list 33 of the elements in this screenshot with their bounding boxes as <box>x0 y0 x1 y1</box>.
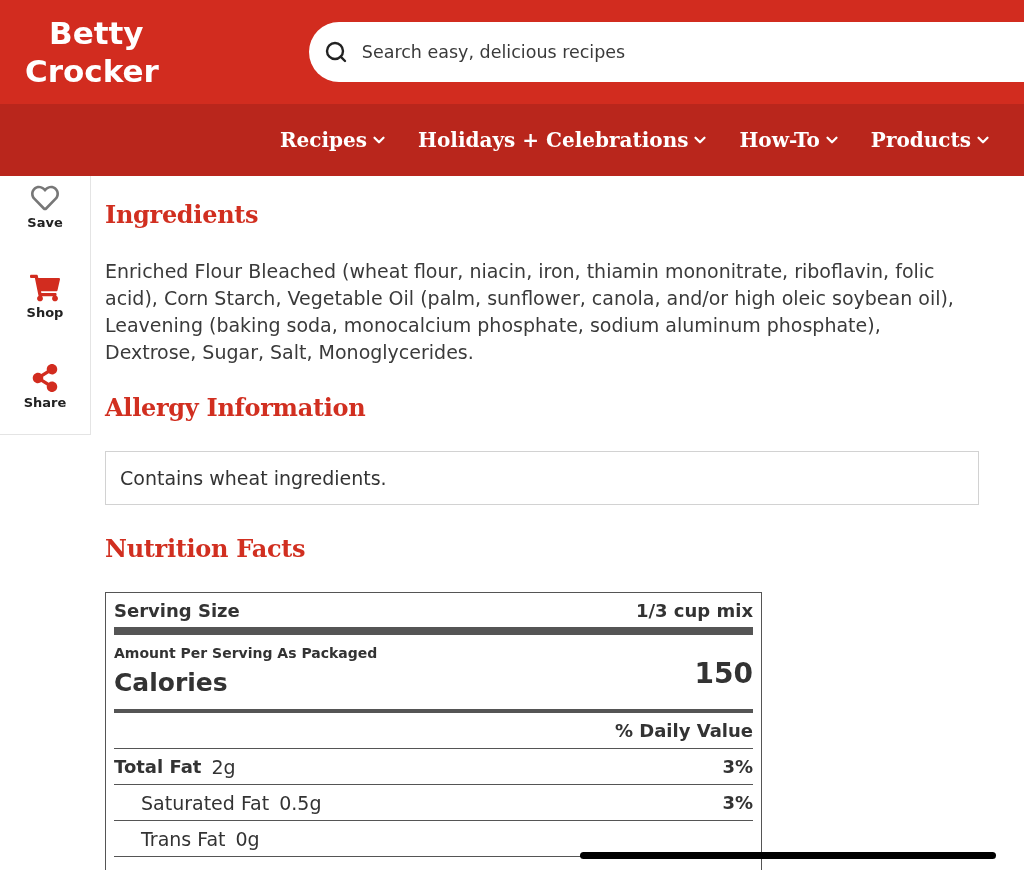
allergy-notice: Contains wheat ingredients. <box>105 451 979 505</box>
serving-size-value: 1/3 cup mix <box>635 599 753 621</box>
share-icon <box>30 364 60 392</box>
nutrient-name: Total Fat <box>114 756 202 777</box>
nutrient-amount: 0.5g <box>279 791 322 814</box>
calories-label: Calories <box>114 667 229 699</box>
home-indicator[interactable] <box>580 852 996 859</box>
section-heading: Ingredients <box>105 199 260 231</box>
cart-icon <box>30 274 60 302</box>
nutrient-amount: 2g <box>211 755 236 778</box>
nutrient-amount: 0g <box>235 827 260 850</box>
nav-menu-item[interactable]: Products <box>870 128 992 152</box>
sidebar-action[interactable]: Shop <box>26 274 64 321</box>
amount-per-serving-note: Amount Per Serving As Packaged <box>114 644 378 663</box>
ingredients-text: Enriched Flour Bleached (wheat flour, niacin, iron, thiamin mononitrate, riboflavin, folic acid), Corn Starch, Vegetable Oil (palm, sunflower, canola, and/or high oleic soybean oil), Leavening (baking soda, monocalcium phosphate, sodium aluminum phosphate), Dextrose, Sugar, Salt, Monoglycerides. <box>105 259 955 365</box>
daily-value-percent: 3% <box>722 792 753 813</box>
daily-value-percent: 3% <box>722 756 753 777</box>
section-heading: Nutrition Facts <box>105 533 307 565</box>
nutrient-name: Trans Fat <box>141 827 226 850</box>
nav-menu-item[interactable]: Recipes <box>280 128 389 152</box>
section-heading: Allergy Information <box>105 392 367 424</box>
search-field[interactable]: Search easy, delicious recipes <box>308 22 1024 82</box>
calories-value: 150 <box>694 656 753 690</box>
sidebar-action[interactable]: Share <box>23 364 67 411</box>
daily-value-heading: % Daily Value <box>615 720 753 741</box>
nutrient-name: Saturated Fat <box>141 791 270 814</box>
serving-size-label: Serving Size <box>114 599 240 621</box>
nav-menu-item[interactable]: How-To <box>739 128 841 152</box>
sidebar-action[interactable]: Save <box>27 184 63 231</box>
nav-menu-item[interactable]: Holidays + Celebrations <box>418 128 710 152</box>
heart-icon <box>30 184 60 212</box>
search-icon <box>323 40 348 64</box>
brand-logo[interactable]: Betty Crocker <box>25 14 159 90</box>
